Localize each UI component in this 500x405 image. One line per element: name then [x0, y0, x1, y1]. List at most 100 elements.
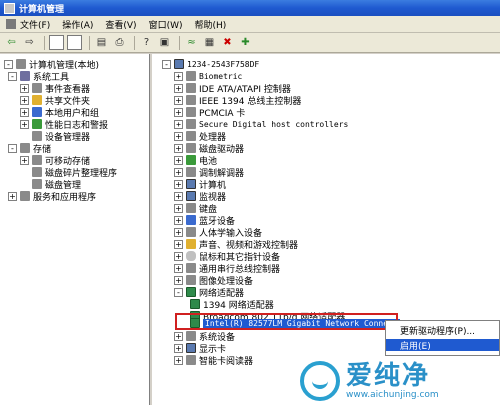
expand-icon[interactable]: + — [174, 71, 183, 81]
expand-icon[interactable]: + — [174, 331, 183, 341]
tree-item-storage[interactable]: - 存储 — [8, 142, 51, 155]
expand-icon[interactable]: + — [174, 203, 183, 213]
tree-item-event-viewer[interactable]: + 事件查看器 — [20, 82, 90, 95]
expand-icon[interactable]: + — [174, 343, 183, 353]
ieee1394-icon — [186, 95, 196, 105]
enable-icon[interactable]: ✚ — [238, 35, 253, 50]
device-category[interactable]: + 调制解调器 — [174, 166, 244, 179]
menu-view[interactable]: 查看(V) — [105, 18, 136, 31]
tree-label: 设备管理器 — [45, 132, 91, 143]
toolbar: ⇦ ⇨ ▤ ⎙ ? ▣ ≈ ▦ ✖ ✚ — [0, 33, 500, 53]
tree-item-computer-management[interactable]: - 计算机管理(本地) — [4, 58, 99, 71]
device-category[interactable]: + IDE ATA/ATAPI 控制器 — [174, 82, 291, 95]
scan-icon[interactable]: ▣ — [157, 35, 172, 50]
expand-icon[interactable]: + — [174, 251, 183, 261]
device-category[interactable]: + 人体学输入设备 — [174, 226, 262, 239]
menu-help[interactable]: 帮助(H) — [195, 18, 227, 31]
expand-icon[interactable]: + — [174, 191, 183, 201]
tree-item-shared-folders[interactable]: + 共享文件夹 — [20, 94, 90, 107]
device-category[interactable]: + 处理器 — [174, 130, 226, 143]
back-icon[interactable]: ⇦ — [4, 35, 19, 50]
context-menu: 更新驱动程序(P)... 启用(E) — [385, 320, 500, 356]
context-menu-update-driver[interactable]: 更新驱动程序(P)... — [386, 324, 499, 337]
expand-icon[interactable]: + — [174, 107, 183, 117]
expand-icon[interactable]: + — [174, 167, 183, 177]
device-category[interactable]: + 声音、视频和游戏控制器 — [174, 238, 298, 251]
expand-icon[interactable]: + — [174, 95, 183, 105]
expand-icon[interactable]: + — [174, 263, 183, 273]
menu-file[interactable]: 文件(F) — [20, 18, 50, 31]
tree-item-device-manager[interactable]: 设备管理器 — [32, 130, 91, 143]
expand-icon[interactable]: + — [174, 83, 183, 93]
up-icon[interactable] — [49, 35, 64, 50]
collapse-icon[interactable]: - — [8, 71, 17, 81]
collapse-icon[interactable]: - — [8, 143, 17, 153]
device-category[interactable]: + 鼠标和其它指针设备 — [174, 250, 280, 263]
tree-item-disk-defragmenter[interactable]: 磁盘碎片整理程序 — [32, 166, 117, 179]
device-category[interactable]: + 蓝牙设备 — [174, 214, 235, 227]
disable-icon[interactable]: ✖ — [220, 35, 235, 50]
device-category[interactable]: + PCMCIA 卡 — [174, 106, 245, 119]
device-category[interactable]: + 监视器 — [174, 190, 226, 203]
computer-management-icon — [4, 2, 15, 14]
device-root[interactable]: - 1234-2543F758DF — [162, 58, 259, 70]
tree-item-local-users[interactable]: + 本地用户和组 — [20, 106, 99, 119]
expand-icon[interactable]: + — [174, 179, 183, 189]
properties-icon[interactable]: ▤ — [94, 35, 109, 50]
device-category[interactable]: + 智能卡阅读器 — [174, 354, 254, 367]
device-category[interactable]: + 电池 — [174, 154, 217, 167]
device-category[interactable]: + 键盘 — [174, 202, 217, 215]
device-item[interactable]: 1394 网络适配器 — [190, 298, 274, 311]
device-category[interactable]: + Secure Digital host controllers — [174, 118, 348, 130]
expand-icon[interactable]: + — [20, 107, 29, 117]
expand-icon[interactable]: + — [8, 191, 17, 201]
expand-icon[interactable]: + — [174, 143, 183, 153]
device-category[interactable]: + 显示卡 — [174, 342, 226, 355]
menu-window[interactable]: 窗口(W) — [149, 18, 183, 31]
expand-icon[interactable]: + — [20, 83, 29, 93]
expand-icon[interactable]: + — [20, 155, 29, 165]
expand-icon[interactable]: + — [20, 95, 29, 105]
update-icon[interactable]: ≈ — [184, 35, 199, 50]
print-icon[interactable]: ⎙ — [112, 35, 127, 50]
device-category[interactable]: + IEEE 1394 总线主控制器 — [174, 94, 301, 107]
system-menu-icon[interactable] — [6, 19, 16, 29]
device-category[interactable]: + 图像处理设备 — [174, 274, 253, 287]
watermark-text: 爱纯净 — [346, 360, 431, 391]
context-menu-enable[interactable]: 启用(E) — [386, 339, 499, 352]
tree-item-performance-logs[interactable]: + 性能日志和警报 — [20, 118, 108, 131]
expand-icon[interactable]: + — [174, 275, 183, 285]
device-category[interactable]: + 磁盘驱动器 — [174, 142, 244, 155]
menu-action[interactable]: 操作(A) — [62, 18, 93, 31]
device-category[interactable]: + 通用串行总线控制器 — [174, 262, 280, 275]
uninstall-icon[interactable]: ▦ — [202, 35, 217, 50]
expand-icon[interactable]: + — [174, 119, 183, 129]
expand-icon[interactable]: + — [174, 155, 183, 165]
expand-icon[interactable]: + — [174, 355, 183, 365]
show-hide-tree-icon[interactable] — [67, 35, 82, 50]
device-label: 智能卡阅读器 — [199, 356, 254, 367]
device-category[interactable]: + 系统设备 — [174, 330, 235, 343]
watermark-url: www.aichunjing.com — [346, 389, 439, 400]
collapse-icon[interactable]: - — [4, 59, 13, 69]
device-category[interactable]: + Biometric — [174, 70, 242, 82]
tree-item-system-tools[interactable]: - 系统工具 — [8, 70, 69, 83]
tree-item-disk-management[interactable]: 磁盘管理 — [32, 178, 81, 191]
device-category[interactable]: + 计算机 — [174, 178, 226, 191]
expand-icon[interactable]: + — [174, 215, 183, 225]
expand-icon[interactable]: + — [174, 131, 183, 141]
expand-icon[interactable]: + — [174, 227, 183, 237]
tree-item-services-apps[interactable]: + 服务和应用程序 — [8, 190, 96, 203]
collapse-icon[interactable]: - — [174, 287, 183, 297]
collapse-icon[interactable]: - — [162, 59, 171, 69]
bluetooth-icon — [186, 215, 196, 225]
device-label: Secure Digital host controllers — [199, 119, 349, 129]
tree-item-removable-storage[interactable]: + 可移动存储 — [20, 154, 90, 167]
forward-icon[interactable]: ⇨ — [22, 35, 37, 50]
device-category-network-adapters[interactable]: - 网络适配器 — [174, 286, 244, 299]
sound-icon — [186, 239, 196, 249]
expand-icon[interactable]: + — [20, 119, 29, 129]
expand-icon[interactable]: + — [174, 239, 183, 249]
help-icon[interactable]: ? — [139, 35, 154, 50]
users-icon — [32, 107, 42, 117]
